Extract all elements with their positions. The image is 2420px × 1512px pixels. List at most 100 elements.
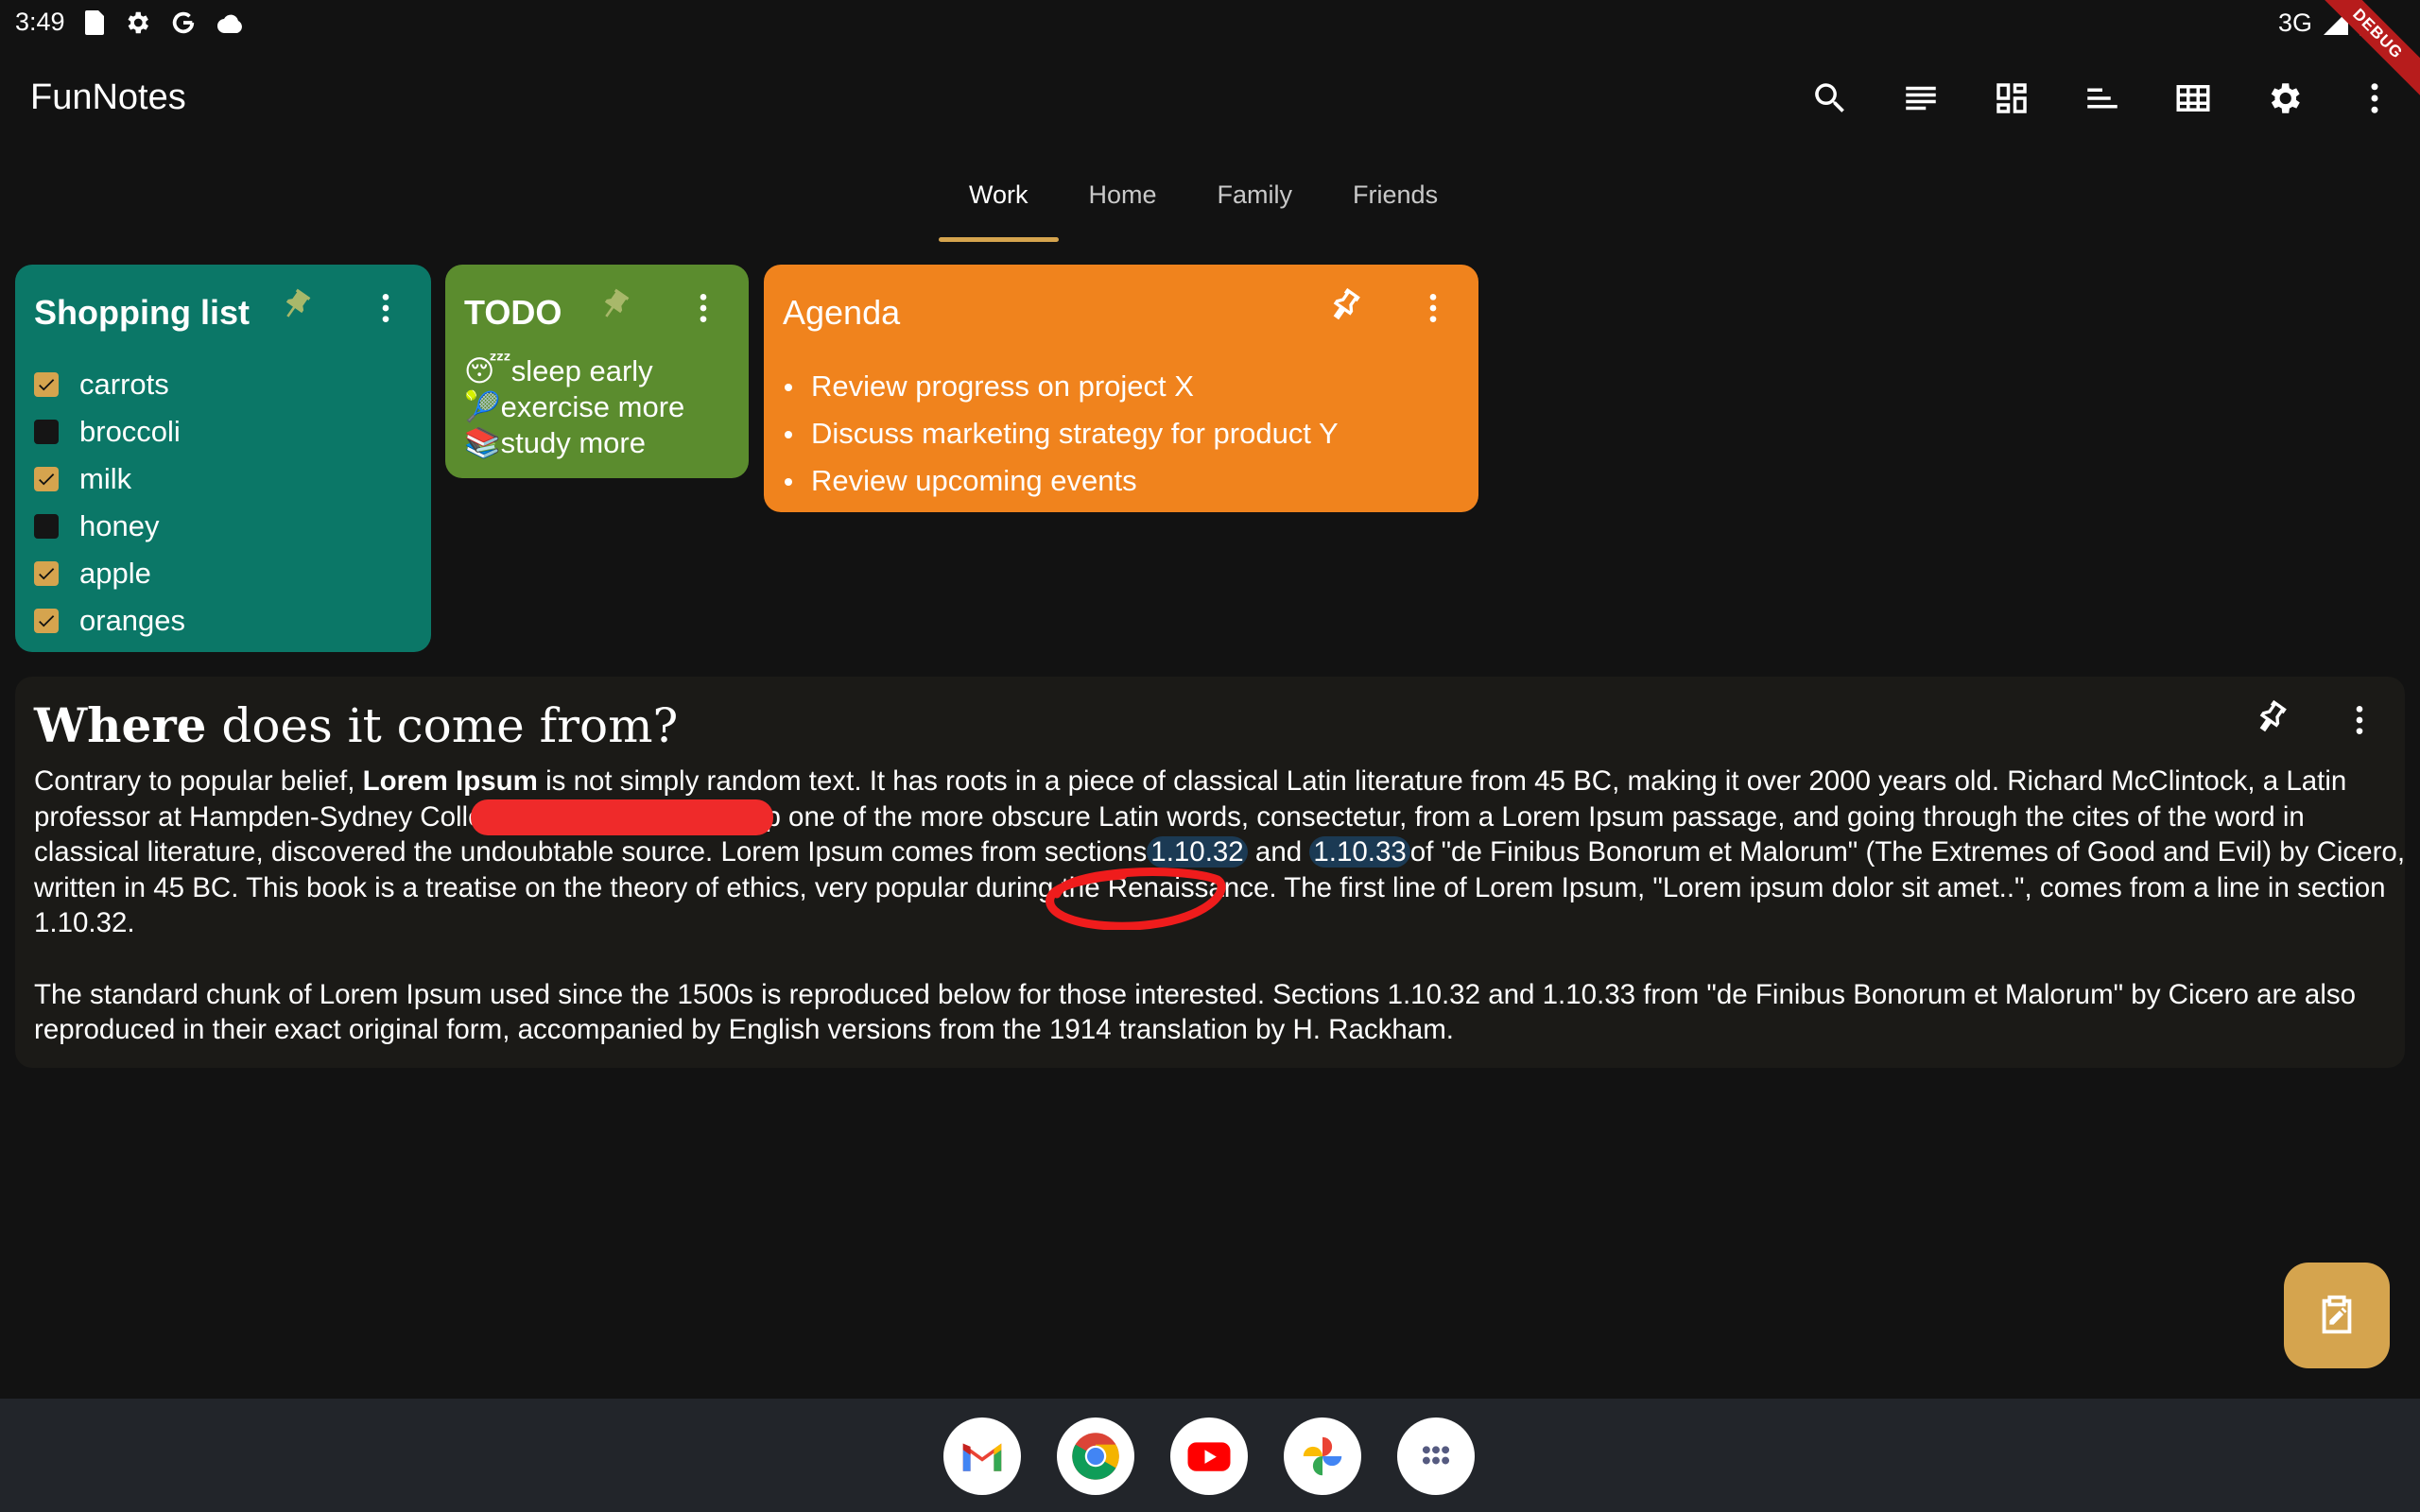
pin-button[interactable] (1325, 287, 1363, 325)
grid-view-button[interactable] (2148, 60, 2238, 136)
check-icon (39, 568, 55, 580)
list-item[interactable]: carrots (34, 361, 169, 408)
checkbox-checked[interactable] (34, 467, 59, 491)
text-run: and (1247, 836, 1310, 868)
checkbox-unchecked[interactable] (34, 420, 59, 444)
pin-outline-icon (2259, 699, 2287, 732)
more-vert-icon (700, 294, 707, 322)
checklist-item-label: carrots (79, 368, 169, 401)
search-icon (1815, 83, 1844, 112)
chrome-app[interactable] (1057, 1418, 1134, 1495)
checkbox-checked[interactable] (34, 609, 59, 633)
checkbox-checked[interactable] (34, 561, 59, 586)
list-view-icon (1906, 86, 1936, 111)
more-vert-icon (2371, 83, 2378, 113)
more-vert-icon (1429, 294, 1437, 322)
search-button[interactable] (1785, 60, 1876, 136)
checklist-item-label: apple (79, 557, 151, 590)
grid-view-icon (2176, 85, 2210, 112)
new-note-fab[interactable] (2284, 1263, 2390, 1368)
overflow-menu-button[interactable] (2329, 60, 2420, 136)
status-bar: 3:49 3G DEBUG (0, 0, 2420, 101)
photos-app[interactable] (1284, 1418, 1361, 1495)
more-button[interactable] (2341, 701, 2378, 739)
pin-button[interactable] (276, 287, 314, 325)
text-run: Contrary to popular belief, (34, 765, 363, 797)
note-title: Shopping list (34, 293, 250, 332)
list-item: Review progress on project X (785, 363, 1339, 410)
highlighted-section-ref: 1.10.33 (1309, 836, 1410, 868)
app-title: FunNotes (30, 77, 186, 117)
pin-button[interactable] (2252, 699, 2290, 737)
settings-icon (2271, 83, 2300, 113)
list-item[interactable]: milk (34, 455, 131, 503)
checklist-item-label: oranges (79, 604, 186, 637)
gmail-app[interactable] (943, 1418, 1021, 1495)
list-item[interactable]: oranges (34, 597, 185, 644)
pin-button[interactable] (595, 287, 632, 325)
todo-lines: 😴sleep early 🎾exercise more 📚study more (464, 353, 684, 461)
checklist-item-label: broccoli (79, 415, 181, 448)
todo-line-text: exercise more (500, 390, 685, 423)
tab-friends[interactable]: Friends (1322, 163, 1468, 242)
youtube-icon (1187, 1442, 1231, 1471)
highlighted-section-ref: 1.10.32 (1147, 836, 1248, 868)
tab-family[interactable]: Family (1187, 163, 1323, 242)
list-item: 🎾exercise more (464, 389, 684, 425)
note-card-article[interactable]: Where does it come from? Contrary to pop… (15, 677, 2405, 1068)
taskbar-dock (0, 1399, 2420, 1512)
title-bold-word: Where (34, 697, 207, 753)
todo-line-text: study more (500, 426, 646, 459)
list-item: Review upcoming events (785, 457, 1339, 505)
checkbox-unchecked[interactable] (34, 514, 59, 539)
settings-gear-icon (128, 11, 148, 34)
list-item[interactable]: broccoli (34, 408, 181, 455)
app-bar-actions (1785, 60, 2420, 136)
dashboard-view-button[interactable] (1966, 60, 2057, 136)
paragraph: The standard chunk of Lorem Ipsum used s… (34, 978, 2357, 1046)
youtube-app[interactable] (1170, 1418, 1248, 1495)
redaction-scribble (471, 799, 773, 835)
app-drawer[interactable] (1397, 1418, 1475, 1495)
sd-card-icon (85, 10, 104, 35)
note-card-todo[interactable]: TODO 😴sleep early 🎾exercise more 📚study … (445, 265, 749, 478)
status-left-icons (83, 6, 244, 40)
settings-button[interactable] (2238, 60, 2329, 136)
note-card-agenda[interactable]: Agenda Review progress on project X Disc… (764, 265, 1478, 512)
note-title: Agenda (783, 293, 901, 332)
cloud-icon (217, 14, 242, 33)
category-tabs: Work Home Family Friends (939, 163, 1468, 242)
pin-filled-icon (285, 288, 311, 318)
note-title: TODO (464, 293, 562, 332)
gmail-icon (962, 1443, 1002, 1471)
more-button[interactable] (684, 289, 722, 327)
annotation-circle-mark (1046, 868, 1226, 930)
list-view-button[interactable] (1876, 60, 1966, 136)
title-rest: does it come from? (206, 698, 679, 753)
list-item: 😴sleep early (464, 353, 684, 389)
more-button[interactable] (367, 289, 405, 327)
sort-button[interactable] (2057, 60, 2148, 136)
tennis-emoji-icon: 🎾 (464, 390, 501, 423)
checklist-item-label: honey (79, 509, 160, 542)
list-item: 📚study more (464, 425, 684, 461)
pin-filled-icon (604, 288, 630, 318)
photos-icon (1303, 1436, 1342, 1476)
sort-icon (2087, 88, 2118, 109)
tab-work[interactable]: Work (939, 163, 1059, 242)
checkbox-checked[interactable] (34, 372, 59, 397)
list-item: Discuss marketing strategy for product Y (785, 410, 1339, 457)
dashboard-view-icon (1996, 83, 2027, 113)
list-item[interactable]: apple (34, 550, 151, 597)
tab-home[interactable]: Home (1059, 163, 1187, 242)
chrome-icon (1072, 1433, 1119, 1480)
list-item[interactable]: honey (34, 503, 159, 550)
more-button[interactable] (1414, 289, 1452, 327)
check-icon (39, 615, 55, 627)
check-icon (39, 473, 55, 486)
more-vert-icon (2356, 706, 2363, 734)
todo-line-text: sleep early (510, 354, 653, 387)
pin-outline-icon (1333, 287, 1360, 320)
google-icon (172, 11, 195, 34)
check-icon (39, 379, 55, 391)
